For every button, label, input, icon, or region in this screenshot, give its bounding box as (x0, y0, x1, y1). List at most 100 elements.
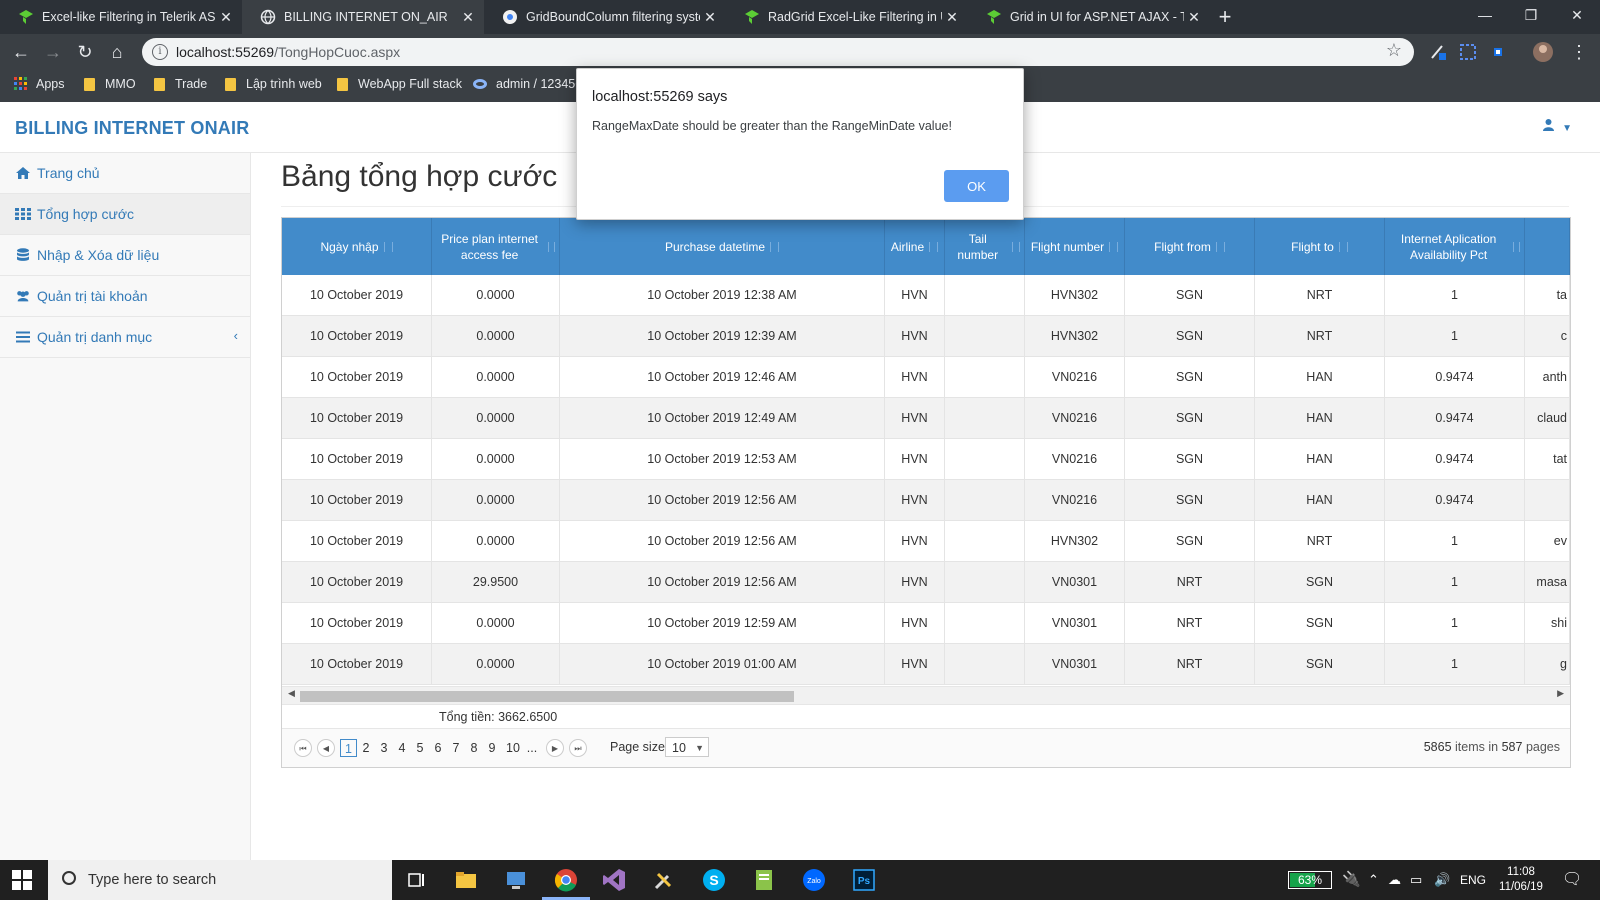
table-row[interactable]: 10 October 2019 29.9500 10 October 2019 12… (282, 562, 1570, 603)
next-page-icon[interactable]: ▶ (546, 739, 564, 757)
column-header[interactable]: Flight to (1255, 218, 1385, 275)
sidebar-item-billing-summary[interactable]: Tổng hợp cước (0, 194, 250, 235)
chevron-left-icon[interactable]: ‹ (234, 328, 238, 343)
filter-icon[interactable] (929, 241, 939, 252)
column-header[interactable]: Airline (885, 218, 945, 275)
language-indicator[interactable]: ENG (1460, 860, 1486, 900)
new-tab-icon[interactable]: + (1212, 4, 1238, 30)
bookmark-folder[interactable]: WebApp Full stack (337, 77, 462, 91)
column-header[interactable]: Ngày nhập (282, 218, 432, 275)
file-explorer-icon[interactable] (452, 866, 480, 894)
page-number[interactable]: 4 (394, 739, 410, 757)
browser-tab[interactable]: Grid in UI for ASP.NET AJAX - Tel ✕ (968, 0, 1210, 34)
column-header[interactable]: Tail number (945, 218, 1025, 275)
table-row[interactable]: 10 October 2019 0.0000 10 October 2019 12:… (282, 275, 1570, 316)
user-menu[interactable]: ▼ (1542, 118, 1572, 134)
prev-page-icon[interactable]: ◀ (317, 739, 335, 757)
bookmark-folder[interactable]: MMO (84, 77, 136, 91)
column-header[interactable]: Price plan internet access fee (432, 218, 560, 275)
address-bar[interactable]: i localhost:55269/TongHopCuoc.aspx ☆ (142, 38, 1414, 66)
column-header[interactable] (1525, 218, 1570, 275)
browser-tab-active[interactable]: BILLING INTERNET ON_AIR ✕ (242, 0, 484, 34)
taskbar-search-box[interactable]: Type here to search (48, 860, 392, 900)
close-icon[interactable]: ✕ (216, 9, 236, 26)
bookmark-link[interactable]: admin / 123456 (472, 77, 582, 91)
chrome-icon[interactable] (552, 866, 580, 894)
filter-icon[interactable] (383, 241, 393, 252)
network-icon[interactable]: ▭ (1410, 860, 1422, 900)
volume-icon[interactable]: 🔊 (1434, 860, 1450, 900)
tools-icon[interactable] (650, 866, 678, 894)
column-header[interactable]: Internet Aplication Availability Pct (1385, 218, 1525, 275)
bookmark-folder[interactable]: Lập trình web (225, 77, 322, 91)
skype-icon[interactable]: S (700, 866, 728, 894)
filter-icon[interactable] (770, 241, 780, 252)
close-icon[interactable]: ✕ (942, 9, 962, 26)
column-header[interactable]: Flight number (1025, 218, 1125, 275)
filter-icon[interactable] (1109, 241, 1119, 252)
chevron-up-icon[interactable]: ⌃ (1368, 860, 1379, 900)
page-number[interactable]: 8 (466, 739, 482, 757)
page-number[interactable]: 5 (412, 739, 428, 757)
table-row[interactable]: 10 October 2019 0.0000 10 October 2019 12:… (282, 398, 1570, 439)
filter-icon[interactable] (1011, 241, 1020, 252)
bookmark-folder[interactable]: Trade (154, 77, 207, 91)
table-row[interactable]: 10 October 2019 0.0000 10 October 2019 01:… (282, 644, 1570, 685)
table-row[interactable]: 10 October 2019 0.0000 10 October 2019 12:… (282, 316, 1570, 357)
page-number[interactable]: 10 (502, 739, 524, 757)
power-plug-icon[interactable]: 🔌 (1342, 860, 1361, 900)
windows-start-icon[interactable] (12, 870, 32, 890)
home-icon[interactable]: ⌂ (104, 40, 130, 64)
first-page-icon[interactable]: ⏮ (294, 739, 312, 757)
visual-studio-icon[interactable] (600, 866, 628, 894)
ok-button[interactable]: OK (944, 170, 1009, 202)
page-size-select[interactable]: 10 ▼ (665, 737, 709, 757)
battery-indicator[interactable]: 63% (1288, 871, 1332, 889)
minimize-icon[interactable]: — (1462, 0, 1508, 30)
close-icon[interactable]: ✕ (458, 9, 478, 26)
page-number[interactable]: ... (524, 739, 540, 757)
page-number[interactable]: 1 (340, 739, 357, 757)
sidebar-item-import-data[interactable]: Nhập & Xóa dữ liệu (0, 235, 250, 276)
extension-pen-icon[interactable] (1428, 42, 1448, 62)
bookmark-star-icon[interactable]: ☆ (1386, 40, 1402, 61)
profile-avatar[interactable] (1532, 41, 1554, 63)
scroll-right-icon[interactable]: ▶ (1557, 688, 1564, 699)
bookmark-apps[interactable]: Apps (14, 77, 65, 91)
browser-tab[interactable]: Excel-like Filtering in Telerik ASP.N ✕ (0, 0, 242, 34)
close-icon[interactable]: ✕ (1184, 9, 1204, 26)
forward-icon[interactable]: → (40, 40, 66, 64)
menu-icon[interactable]: ⋮ (1566, 40, 1592, 64)
close-icon[interactable]: ✕ (700, 9, 720, 26)
table-row[interactable]: 10 October 2019 0.0000 10 October 2019 12:… (282, 357, 1570, 398)
notepad-plus-icon[interactable] (750, 866, 778, 894)
back-icon[interactable]: ← (8, 40, 34, 64)
page-number[interactable]: 3 (376, 739, 392, 757)
page-number[interactable]: 2 (358, 739, 374, 757)
sidebar-item-home[interactable]: Trang chủ (0, 153, 250, 194)
browser-tab[interactable]: RadGrid Excel-Like Filtering in UI ✕ (726, 0, 968, 34)
filter-icon[interactable] (1513, 241, 1520, 252)
scrollbar-thumb[interactable] (300, 691, 794, 702)
table-row[interactable]: 10 October 2019 0.0000 10 October 2019 12:… (282, 439, 1570, 480)
photoshop-icon[interactable]: Ps (850, 866, 878, 894)
column-header[interactable]: Flight from (1125, 218, 1255, 275)
filter-icon[interactable] (1338, 241, 1348, 252)
horizontal-scrollbar[interactable]: ◀ ▶ (282, 686, 1570, 704)
page-number[interactable]: 7 (448, 739, 464, 757)
notification-icon[interactable]: 🗨 (1562, 860, 1582, 900)
task-view-icon[interactable] (402, 866, 430, 894)
table-row[interactable]: 10 October 2019 0.0000 10 October 2019 12:… (282, 480, 1570, 521)
sidebar-item-category-admin[interactable]: Quản trị danh mục ‹ (0, 317, 250, 358)
info-icon[interactable]: i (152, 44, 168, 60)
table-row[interactable]: 10 October 2019 0.0000 10 October 2019 12:… (282, 603, 1570, 644)
clock[interactable]: 11:08 11/06/19 (1494, 865, 1548, 895)
url-text[interactable]: localhost:55269/TongHopCuoc.aspx (176, 44, 400, 60)
column-header[interactable]: Purchase datetime (560, 218, 885, 275)
browser-tab[interactable]: GridBoundColumn filtering syste ✕ (484, 0, 726, 34)
maximize-icon[interactable]: ❐ (1508, 0, 1554, 30)
table-row[interactable]: 10 October 2019 0.0000 10 October 2019 12:… (282, 521, 1570, 562)
scroll-left-icon[interactable]: ◀ (288, 688, 295, 699)
last-page-icon[interactable]: ⏭ (569, 739, 587, 757)
page-number[interactable]: 6 (430, 739, 446, 757)
